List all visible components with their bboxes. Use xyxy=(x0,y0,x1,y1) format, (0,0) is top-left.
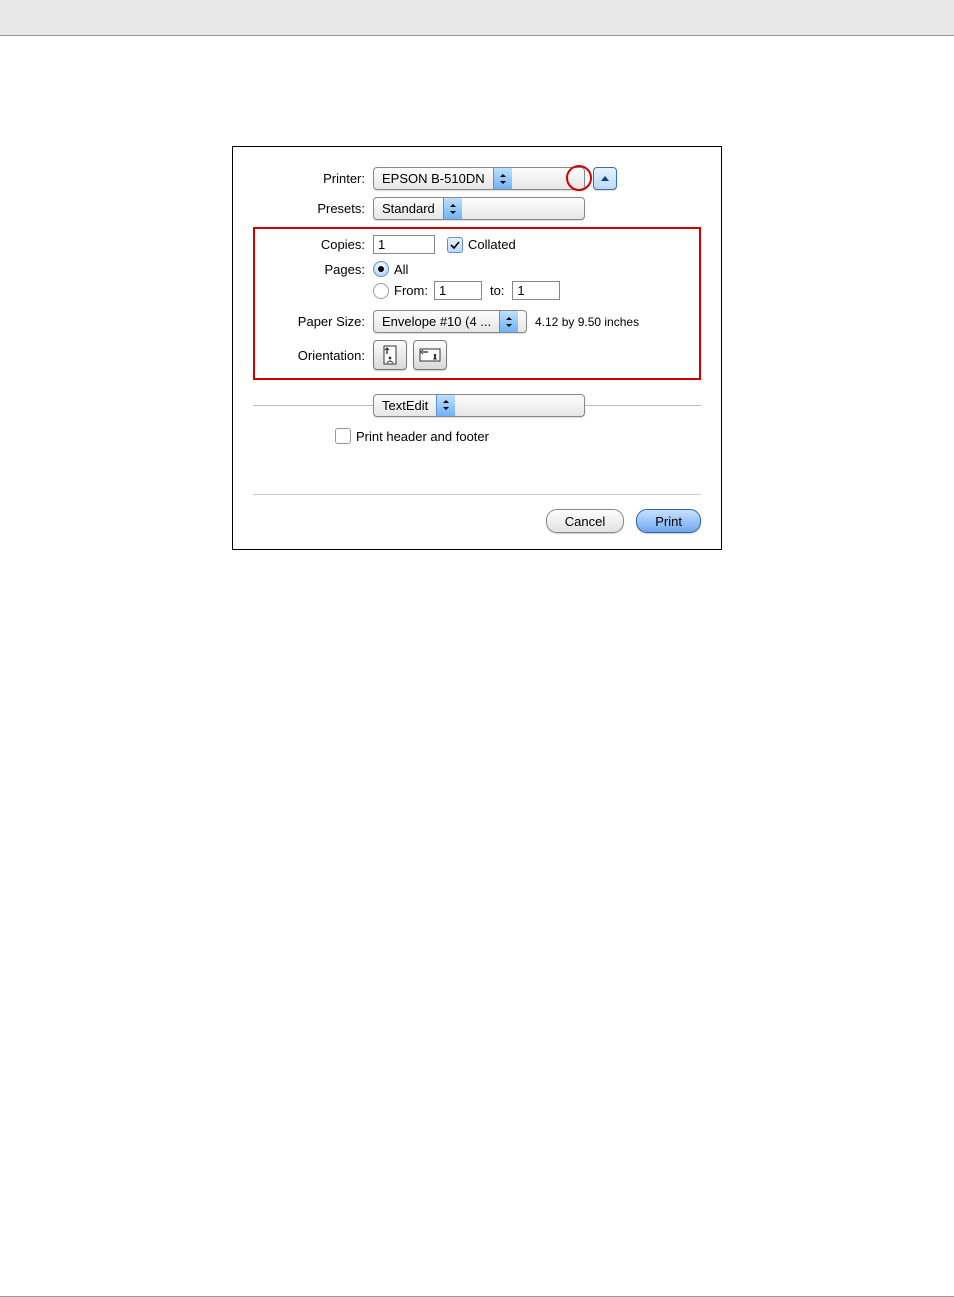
updown-arrows-icon xyxy=(443,198,462,219)
button-row: Cancel Print xyxy=(253,509,701,533)
paper-size-row: Paper Size: Envelope #10 (4 ... 4.12 by … xyxy=(261,310,693,333)
pages-all-radio[interactable] xyxy=(373,261,389,277)
header-footer-row: Print header and footer xyxy=(335,428,701,444)
presets-select[interactable]: Standard xyxy=(373,197,585,220)
presets-label: Presets: xyxy=(253,201,373,216)
updown-arrows-icon xyxy=(436,395,455,416)
orientation-landscape-button[interactable] xyxy=(413,340,447,370)
cancel-button[interactable]: Cancel xyxy=(546,509,624,533)
collated-checkbox[interactable] xyxy=(447,237,463,253)
printer-select[interactable]: EPSON B-510DN xyxy=(373,167,585,190)
presets-value: Standard xyxy=(374,201,443,216)
printer-row: Printer: EPSON B-510DN xyxy=(253,167,701,190)
check-icon xyxy=(450,240,460,250)
updown-arrows-icon xyxy=(499,311,518,332)
copies-row: Copies: Collated xyxy=(261,235,693,254)
collapse-button[interactable] xyxy=(593,167,617,190)
collated-label: Collated xyxy=(468,237,516,252)
header-footer-label: Print header and footer xyxy=(356,429,489,444)
presets-row: Presets: Standard xyxy=(253,197,701,220)
updown-arrows-icon xyxy=(493,168,512,189)
pages-from-radio[interactable] xyxy=(373,283,389,299)
pages-from-row: From: to: xyxy=(373,281,693,300)
printer-value: EPSON B-510DN xyxy=(374,171,493,186)
paper-size-label: Paper Size: xyxy=(261,314,373,329)
pages-to-input[interactable] xyxy=(512,281,560,300)
pages-label: Pages: xyxy=(261,262,373,277)
section-select[interactable]: TextEdit xyxy=(373,394,585,417)
pages-all-label: All xyxy=(394,262,408,277)
pages-row: Pages: All xyxy=(261,261,693,277)
section-value: TextEdit xyxy=(374,398,436,413)
to-label: to: xyxy=(490,283,504,298)
portrait-icon xyxy=(381,345,399,365)
orientation-row: Orientation: xyxy=(261,340,693,370)
copies-label: Copies: xyxy=(261,237,373,252)
highlight-box: Copies: Collated Pages: All From: to: xyxy=(253,227,701,380)
header-footer-checkbox[interactable] xyxy=(335,428,351,444)
orientation-portrait-button[interactable] xyxy=(373,340,407,370)
landscape-icon xyxy=(419,347,441,363)
section-divider: TextEdit xyxy=(253,394,701,416)
print-dialog: Printer: EPSON B-510DN Presets: Standard xyxy=(232,146,722,550)
triangle-up-icon xyxy=(600,175,610,183)
copies-input[interactable] xyxy=(373,235,435,254)
printer-label: Printer: xyxy=(253,171,373,186)
footer-divider xyxy=(253,494,701,495)
paper-size-select[interactable]: Envelope #10 (4 ... xyxy=(373,310,527,333)
from-label: From: xyxy=(394,283,428,298)
paper-size-value: Envelope #10 (4 ... xyxy=(374,314,499,329)
orientation-label: Orientation: xyxy=(261,348,373,363)
paper-size-dimensions: 4.12 by 9.50 inches xyxy=(535,315,639,329)
print-button[interactable]: Print xyxy=(636,509,701,533)
pages-from-input[interactable] xyxy=(434,281,482,300)
